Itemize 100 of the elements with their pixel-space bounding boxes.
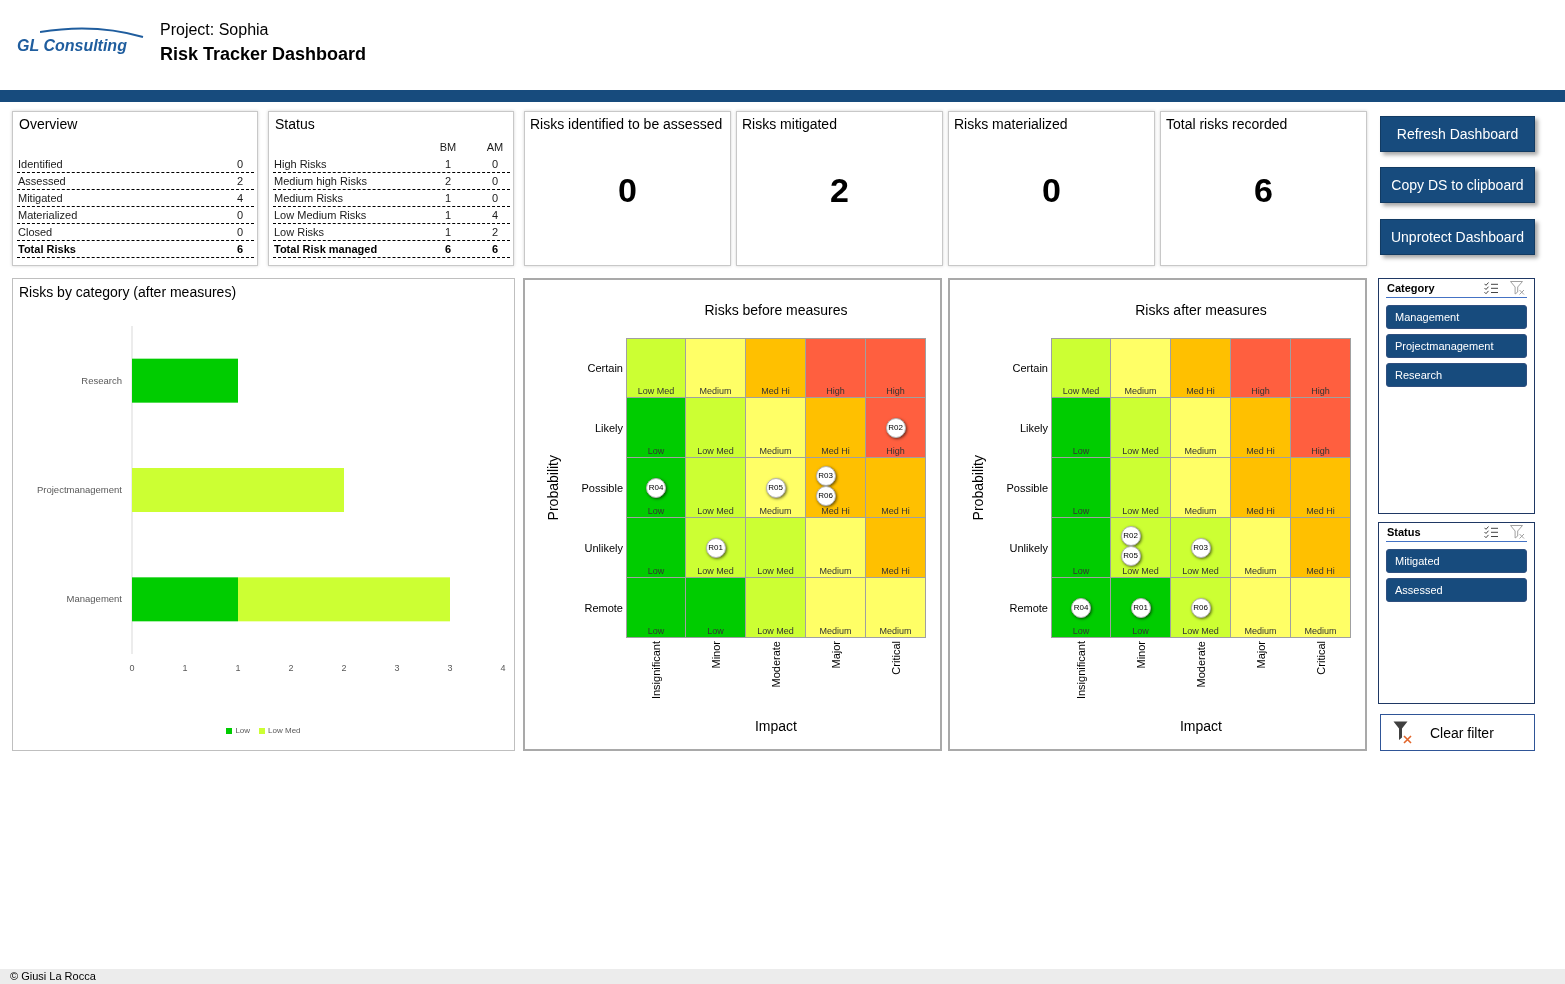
logo-text: GL Consulting <box>17 38 127 54</box>
column-label: Critical <box>890 641 902 675</box>
column-label: Minor <box>710 641 722 669</box>
risk-marker: R06 <box>1190 597 1211 618</box>
risk-marker: R03 <box>1190 537 1211 558</box>
column-label: Major <box>1255 641 1267 669</box>
rating-label: Low Med <box>1122 566 1159 577</box>
rating-label: Low Med <box>697 506 734 517</box>
column-label: Minor <box>1135 641 1147 669</box>
card-title: Overview <box>18 115 78 133</box>
rating-label: Low <box>707 626 724 637</box>
metric-value: 0 <box>236 225 244 240</box>
metric-value: 6 <box>491 242 499 257</box>
rating-label: Low Med <box>1122 446 1159 457</box>
project-name: Project: Sophia <box>160 20 269 40</box>
column-label: Major <box>830 641 842 669</box>
rating-label: High <box>826 386 845 397</box>
rating-label: Med Hi <box>1246 446 1275 457</box>
funnel-cross-icon[interactable] <box>1510 281 1525 295</box>
risk-marker: R02 <box>885 417 906 438</box>
risk-marker: R03 <box>815 465 836 486</box>
kpi-value: 6 <box>1254 170 1273 210</box>
kpi-label: Total risks recorded <box>1166 115 1288 133</box>
kpi-value: 0 <box>1042 170 1061 210</box>
rating-label: Low Med <box>1182 566 1219 577</box>
rating-label: Low <box>647 626 665 637</box>
rating-label: Low Med <box>697 566 734 577</box>
row-label: Unlikely <box>584 541 623 555</box>
row-label: Likely <box>1019 421 1048 435</box>
rating-label: Medium <box>1244 566 1277 577</box>
rating-label: Med Hi <box>1246 506 1275 517</box>
rating-label: Medium <box>699 386 732 397</box>
risk-marker: R05 <box>765 477 786 498</box>
metric-value: 0 <box>236 157 244 172</box>
action-button[interactable]: Unprotect Dashboard <box>1380 219 1535 255</box>
metric-label: Assessed <box>17 174 66 189</box>
kpi-label: Risks materialized <box>954 115 1068 133</box>
checklist-icon[interactable] <box>1484 282 1498 294</box>
row-label: Remote <box>584 601 623 615</box>
card-title: Status <box>274 115 315 133</box>
slicer-item[interactable]: Research <box>1386 363 1527 387</box>
rating-label: High <box>1311 446 1330 457</box>
column-label: Insignificant <box>1075 641 1087 700</box>
rating-label: Low Med <box>637 386 675 397</box>
row-label: Likely <box>594 421 623 435</box>
metric-value: 6 <box>236 242 244 257</box>
risk-marker: R01 <box>1130 597 1151 618</box>
rating-label: Low Med <box>757 566 794 577</box>
column-label: Moderate <box>770 641 782 688</box>
rating-label: Low <box>647 566 665 577</box>
column-label: Critical <box>1315 641 1327 675</box>
metric-value: 2 <box>444 174 452 189</box>
rating-label: Medium <box>819 626 852 637</box>
kpi-label: Risks identified to be assessed <box>530 115 723 133</box>
rating-label: Low Med <box>1122 506 1159 517</box>
metric-value: 0 <box>491 191 499 206</box>
axis-title: Probability <box>545 455 561 521</box>
risk-marker: R02 <box>1120 525 1141 546</box>
slicer-item[interactable]: Projectmanagement <box>1386 334 1527 358</box>
metric-value: 1 <box>444 157 452 172</box>
rating-label: Low <box>1072 446 1090 457</box>
swoosh-icon <box>40 26 144 38</box>
slicer-item[interactable]: Assessed <box>1386 578 1527 602</box>
risk-marker: R04 <box>646 477 666 498</box>
rating-label: Med Hi <box>881 566 910 577</box>
slicer-title: Category <box>1386 281 1435 295</box>
slicer-title: Status <box>1386 525 1421 539</box>
rating-label: Med Hi <box>1306 566 1335 577</box>
row-label: Possible <box>1006 481 1048 495</box>
rating-label: Med Hi <box>821 446 850 457</box>
metric-value: 1 <box>444 191 452 206</box>
column-label: Insignificant <box>650 641 662 700</box>
rating-label: Medium <box>879 626 912 637</box>
matrix-title: Risks before measures <box>704 301 848 320</box>
rating-label: Medium <box>1184 506 1217 517</box>
metric-label: Low Medium Risks <box>273 208 367 223</box>
action-button[interactable]: Copy DS to clipboard <box>1380 167 1535 203</box>
rating-label: Low Med <box>697 446 734 457</box>
slicer-item[interactable]: Mitigated <box>1386 549 1527 573</box>
action-button[interactable]: Refresh Dashboard <box>1380 116 1535 152</box>
metric-label: Total Risks <box>17 242 76 257</box>
slicer-item[interactable]: Management <box>1386 305 1527 329</box>
metric-value: 0 <box>491 174 499 189</box>
metric-label: Low Risks <box>273 225 325 240</box>
risk-marker: R01 <box>705 537 726 558</box>
rating-label: Medium <box>1184 446 1217 457</box>
metric-value: 1 <box>444 225 452 240</box>
rating-label: Low <box>1072 626 1090 637</box>
rating-label: Medium <box>1304 626 1337 637</box>
rating-label: Med Hi <box>761 386 790 397</box>
kpi-value: 0 <box>618 170 637 210</box>
axis-title: Impact <box>755 717 797 736</box>
clear-filter-button[interactable]: Clear filter <box>1380 714 1535 751</box>
rating-label: Low Med <box>1182 626 1219 637</box>
rating-label: Med Hi <box>1306 506 1335 517</box>
rating-label: Low Med <box>1062 386 1100 397</box>
checklist-icon[interactable] <box>1484 526 1498 538</box>
column-label: Moderate <box>1195 641 1207 688</box>
metric-label: Medium high Risks <box>273 174 367 189</box>
funnel-cross-icon[interactable] <box>1510 525 1525 539</box>
